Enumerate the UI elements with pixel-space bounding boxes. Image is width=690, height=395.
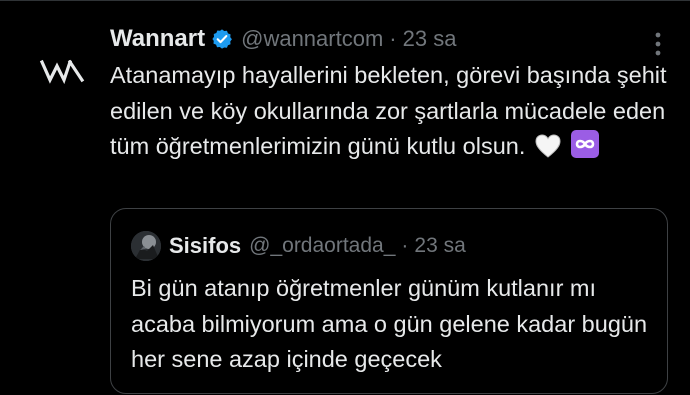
avatar[interactable]: [20, 28, 104, 112]
quote-timestamp[interactable]: 23 sa: [414, 234, 465, 258]
author-name[interactable]: Wannart: [110, 25, 205, 53]
quote-text: Bi gün atanıp öğretmenler günüm kutlanır…: [131, 275, 648, 372]
quoted-tweet[interactable]: Sisifos @_ordaortada_ · 23 sa Bi gün ata…: [110, 208, 668, 394]
more-options-icon[interactable]: [648, 30, 668, 58]
white-heart-icon: [534, 133, 562, 170]
quote-separator-dot: ·: [401, 234, 409, 257]
verified-badge-icon: [211, 28, 233, 50]
tweet-text: Atanamayıp hayallerini bekleten, görevi …: [110, 58, 670, 170]
divider-line: [0, 0, 690, 1]
quote-author-handle[interactable]: @_ordaortada_: [249, 234, 395, 258]
wannart-logo: [39, 59, 85, 85]
timestamp[interactable]: 23 sa: [403, 26, 457, 52]
separator-dot: ·: [389, 26, 397, 51]
quote-avatar[interactable]: [131, 231, 161, 261]
quote-header: Sisifos @_ordaortada_ · 23 sa: [131, 229, 466, 263]
tweet-header: Wannart @wannartcom · 23 sa: [110, 22, 670, 56]
quote-author-name[interactable]: Sisifos: [169, 233, 241, 259]
author-handle[interactable]: @wannartcom: [241, 26, 383, 52]
infinity-icon: [570, 129, 600, 170]
